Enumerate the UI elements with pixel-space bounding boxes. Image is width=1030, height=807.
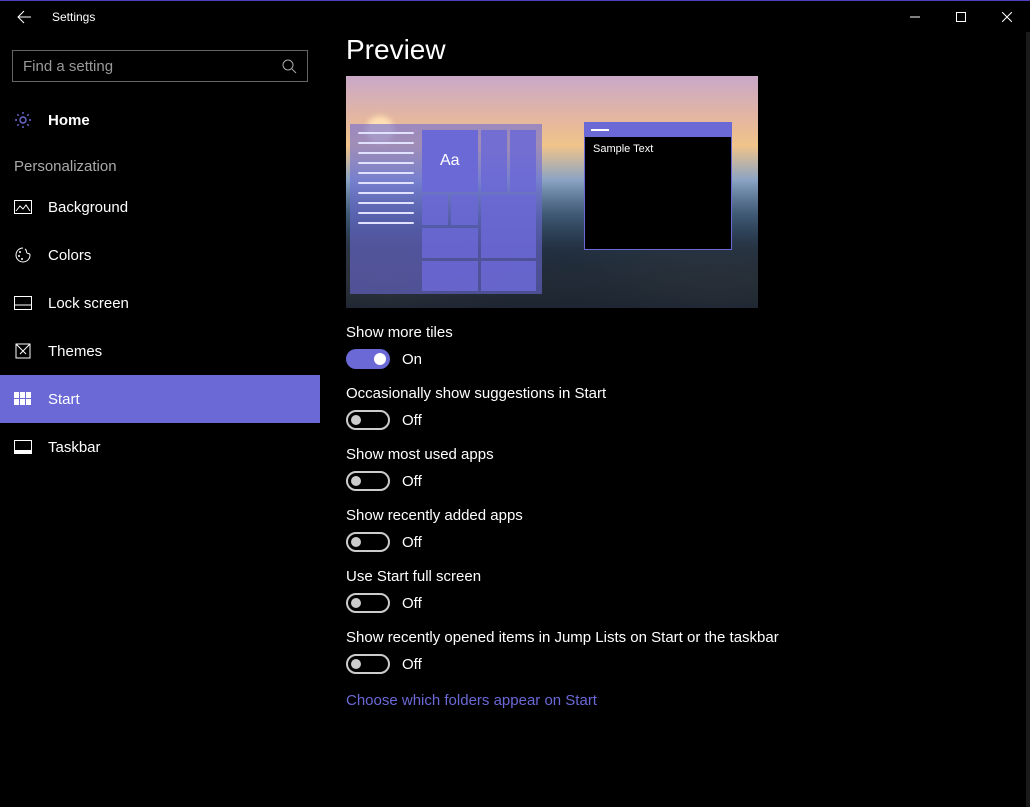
nav-category-label: Personalization (0, 144, 320, 183)
close-icon (1002, 12, 1012, 22)
arrow-left-icon (16, 9, 32, 25)
setting-label: Show more tiles (346, 324, 1012, 341)
search-input[interactable] (23, 58, 281, 75)
toggle-switch[interactable] (346, 593, 390, 613)
picture-icon (14, 198, 32, 216)
nav-item-start[interactable]: Start (0, 375, 320, 423)
toggle-state-text: Off (402, 412, 422, 429)
titlebar: Settings (0, 1, 1030, 32)
setting-label: Use Start full screen (346, 568, 1012, 585)
setting-label: Show most used apps (346, 446, 1012, 463)
nav-item-label: Start (48, 391, 80, 408)
close-button[interactable] (984, 1, 1030, 32)
back-button[interactable] (0, 1, 48, 32)
nav-home[interactable]: Home (0, 96, 320, 144)
preview-list (350, 124, 422, 294)
preview-sample-text: Sample Text (585, 137, 731, 161)
window-title: Settings (52, 10, 95, 24)
toggle-switch[interactable] (346, 471, 390, 491)
setting-row: Occasionally show suggestions in Start Of… (346, 385, 1012, 430)
setting-label: Show recently opened items in Jump Lists… (346, 629, 1012, 646)
setting-label: Occasionally show suggestions in Start (346, 385, 1012, 402)
folders-link[interactable]: Choose which folders appear on Start (346, 692, 597, 709)
nav-item-background[interactable]: Background (0, 183, 320, 231)
nav-item-label: Taskbar (48, 439, 101, 456)
nav-item-label: Themes (48, 343, 102, 360)
lockscreen-icon (14, 294, 32, 312)
nav-item-taskbar[interactable]: Taskbar (0, 423, 320, 471)
toggle-state-text: Off (402, 595, 422, 612)
sidebar: Home Personalization Background Colors L… (0, 32, 320, 807)
minimize-icon (910, 12, 920, 22)
nav-item-label: Background (48, 199, 128, 216)
toggle-switch[interactable] (346, 654, 390, 674)
palette-icon (14, 246, 32, 264)
maximize-button[interactable] (938, 1, 984, 32)
content-area: Preview Aa (320, 32, 1030, 807)
start-icon (14, 390, 32, 408)
search-icon (281, 58, 297, 74)
toggle-switch[interactable] (346, 349, 390, 369)
scrollbar[interactable] (1026, 32, 1030, 807)
setting-row: Show recently opened items in Jump Lists… (346, 629, 1012, 674)
nav-item-label: Lock screen (48, 295, 129, 312)
preview-tiles: Aa (422, 124, 542, 294)
nav-item-themes[interactable]: Themes (0, 327, 320, 375)
setting-label: Show recently added apps (346, 507, 1012, 524)
toggle-state-text: On (402, 351, 422, 368)
preview-image: Aa Sample Text (346, 76, 758, 308)
toggle-switch[interactable] (346, 532, 390, 552)
toggle-state-text: Off (402, 534, 422, 551)
setting-row: Show recently added apps Off (346, 507, 1012, 552)
setting-row: Use Start full screen Off (346, 568, 1012, 613)
preview-start-menu: Aa (350, 124, 542, 294)
maximize-icon (956, 12, 966, 22)
nav-item-lockscreen[interactable]: Lock screen (0, 279, 320, 327)
gear-icon (14, 111, 32, 129)
taskbar-icon (14, 438, 32, 456)
preview-tile-text: Aa (440, 152, 460, 170)
search-box[interactable] (12, 50, 308, 82)
setting-row: Show more tiles On (346, 324, 1012, 369)
toggle-switch[interactable] (346, 410, 390, 430)
minimize-button[interactable] (892, 1, 938, 32)
toggle-state-text: Off (402, 473, 422, 490)
preview-window: Sample Text (584, 122, 732, 250)
section-title: Preview (346, 34, 1012, 66)
preview-window-titlebar (585, 123, 731, 137)
setting-row: Show most used apps Off (346, 446, 1012, 491)
nav-item-colors[interactable]: Colors (0, 231, 320, 279)
nav-item-label: Colors (48, 247, 91, 264)
nav-home-label: Home (48, 112, 90, 129)
toggle-state-text: Off (402, 656, 422, 673)
themes-icon (14, 342, 32, 360)
